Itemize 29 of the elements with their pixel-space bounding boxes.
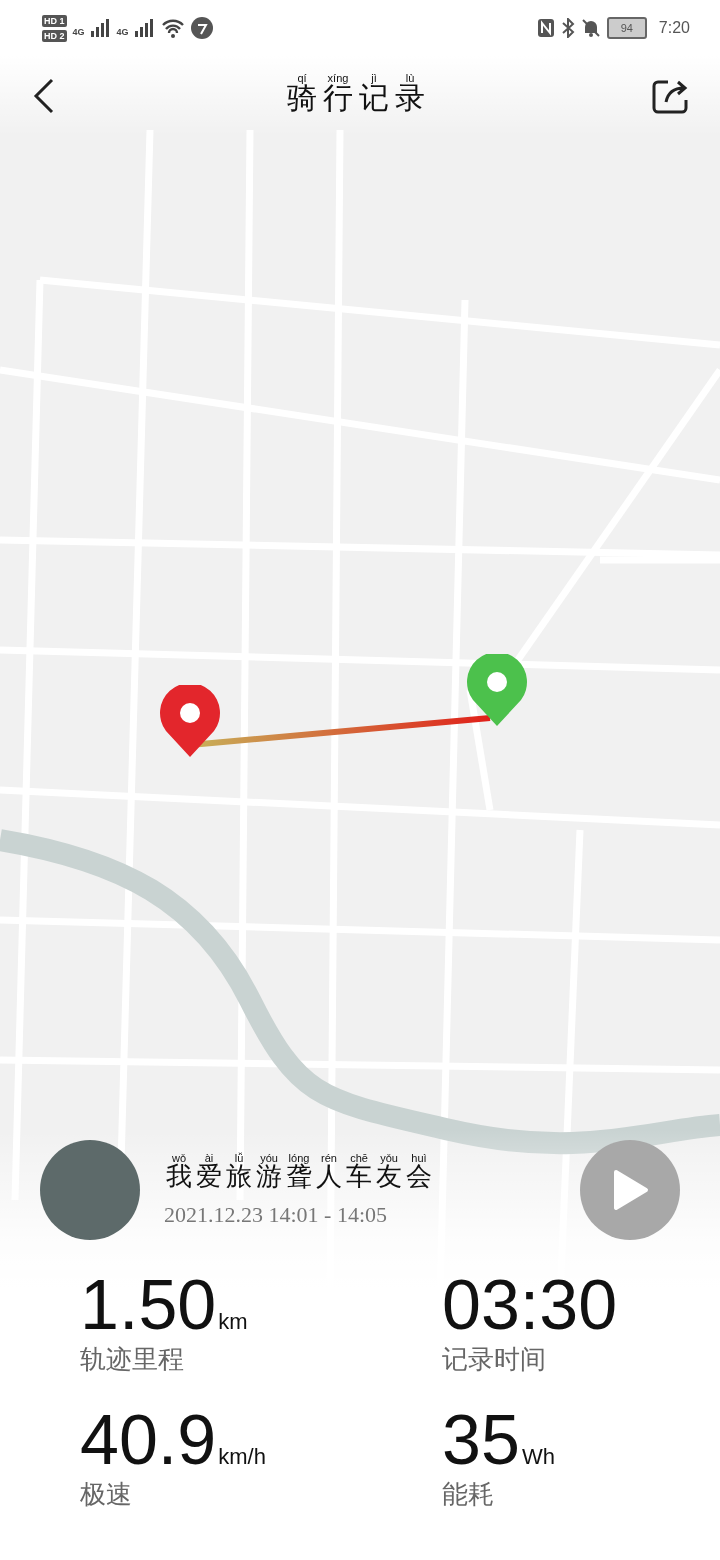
stat-unit: km (218, 1309, 248, 1335)
stat-label: 能耗 (442, 1478, 495, 1511)
stat-value: 40.9 (80, 1405, 217, 1475)
battery-indicator: 94 (606, 17, 647, 39)
wifi-icon (160, 18, 185, 38)
network-type: 4G (116, 26, 129, 37)
stat-value: 03:30 (442, 1270, 618, 1340)
stat-label: 极速 (80, 1478, 133, 1511)
stat-label: 轨迹里程 (80, 1343, 185, 1376)
sim-badge: HD 2 (42, 29, 67, 42)
stat-value: 1.50 (80, 1270, 217, 1340)
stat-label: 记录时间 (442, 1343, 547, 1376)
stat-unit: Wh (521, 1444, 555, 1470)
club-name: 我 wǒ 爱 ài 旅 lǚ 游 yóu 聋 lóng 人 rén 车 chē 友 yǒu 会 huì (165, 1152, 433, 1193)
bell-muted-icon (580, 18, 601, 38)
end-pin-icon (465, 654, 529, 726)
stat-unit: km/h (218, 1444, 266, 1470)
signal-icon (90, 19, 111, 37)
ride-time-range: 2021.12.23 14:01 - 14:05 (164, 1201, 389, 1228)
stat-value: 35 (442, 1405, 520, 1475)
bluetooth-icon (560, 18, 575, 38)
app-notification-icon (190, 17, 213, 39)
share-icon[interactable] (652, 78, 690, 114)
network-type: 4G (72, 26, 85, 37)
nfc-icon (536, 18, 555, 38)
clock-time: 7:20 (658, 19, 690, 37)
sim-badge: HD 1 (42, 14, 67, 27)
start-pin-icon (158, 685, 222, 757)
signal-icon (134, 19, 155, 37)
